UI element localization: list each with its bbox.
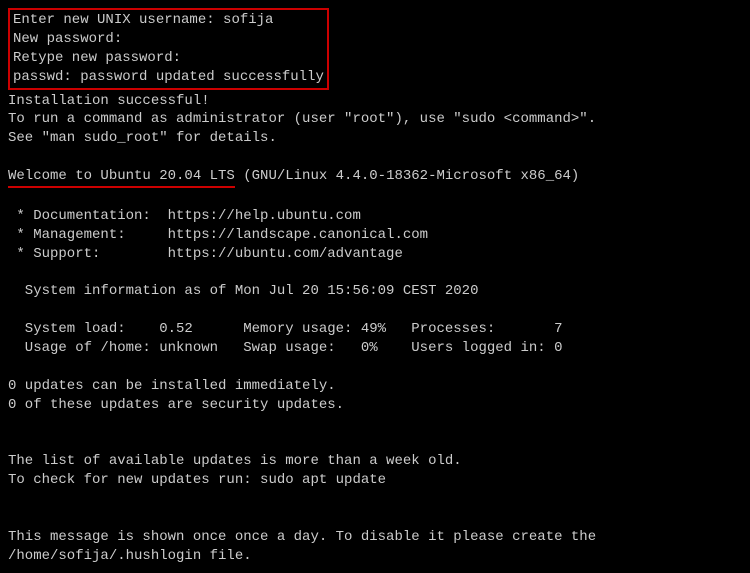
doc-link: * Documentation: https://help.ubuntu.com <box>8 207 742 226</box>
sudo-man: See "man sudo_root" for details. <box>8 129 742 148</box>
blank-line <box>8 148 742 167</box>
welcome-kernel: (GNU/Linux 4.4.0-18362-Microsoft x86_64) <box>235 168 579 184</box>
blank-line <box>8 490 742 509</box>
updates-line1: 0 updates can be installed immediately. <box>8 377 742 396</box>
blank-line <box>8 509 742 528</box>
updates-line2: 0 of these updates are security updates. <box>8 396 742 415</box>
install-success: Installation successful! <box>8 92 742 111</box>
username-prompt: Enter new UNIX username: <box>13 12 223 28</box>
sudo-hint: To run a command as administrator (user … <box>8 110 742 129</box>
updates-stale2: To check for new updates run: sudo apt u… <box>8 471 742 490</box>
username-value: sofija <box>223 12 273 28</box>
welcome-title: Welcome to Ubuntu 20.04 LTS <box>8 167 235 188</box>
support-link: * Support: https://ubuntu.com/advantage <box>8 245 742 264</box>
motd-line1: This message is shown once once a day. T… <box>8 528 742 547</box>
passwd-result-line: passwd: password updated successfully <box>13 68 324 87</box>
credentials-box: Enter new UNIX username: sofija New pass… <box>8 8 329 90</box>
blank-line <box>8 188 742 207</box>
welcome-line: Welcome to Ubuntu 20.04 LTS (GNU/Linux 4… <box>8 167 742 188</box>
retype-password-line: Retype new password: <box>13 49 324 68</box>
motd-line2: /home/sofija/.hushlogin file. <box>8 547 742 566</box>
blank-line <box>8 264 742 283</box>
mgmt-link: * Management: https://landscape.canonica… <box>8 226 742 245</box>
updates-stale1: The list of available updates is more th… <box>8 452 742 471</box>
sysinfo-header: System information as of Mon Jul 20 15:5… <box>8 282 742 301</box>
blank-line <box>8 358 742 377</box>
new-password-line: New password: <box>13 30 324 49</box>
sysinfo-row2: Usage of /home: unknown Swap usage: 0% U… <box>8 339 742 358</box>
blank-line <box>8 301 742 320</box>
blank-line <box>8 434 742 453</box>
sysinfo-row1: System load: 0.52 Memory usage: 49% Proc… <box>8 320 742 339</box>
blank-line <box>8 415 742 434</box>
username-prompt-line: Enter new UNIX username: sofija <box>13 11 324 30</box>
